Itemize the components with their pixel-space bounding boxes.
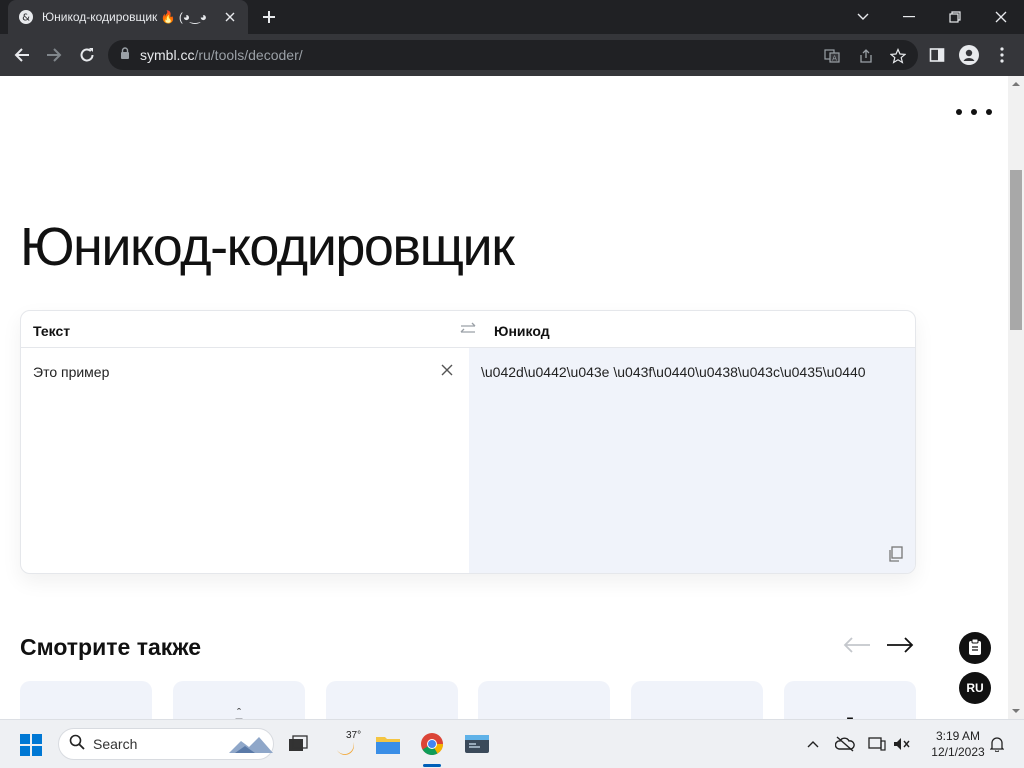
- scroll-up-arrow-icon[interactable]: [1012, 80, 1020, 88]
- taskbar-search-label: Search: [93, 736, 138, 752]
- svg-text:&: &: [22, 13, 30, 24]
- share-icon[interactable]: [857, 47, 875, 65]
- system-clock[interactable]: 3:19 AM 12/1/2023: [920, 728, 996, 760]
- clipboard-button[interactable]: [959, 632, 991, 664]
- side-panel-icon[interactable]: [926, 44, 948, 66]
- related-tool-card[interactable]: 100 | d: [326, 681, 458, 719]
- notification-bell-icon[interactable]: [987, 734, 1007, 754]
- network-icon[interactable]: [867, 734, 887, 754]
- minimize-icon[interactable]: [886, 0, 932, 34]
- unicode-output-area[interactable]: \u042d\u0442\u043e \u043f\u0440\u0438\u0…: [469, 348, 915, 573]
- active-app-indicator: [423, 764, 441, 767]
- unicode-output-value[interactable]: \u042d\u0442\u043e \u043f\u0440\u0438\u0…: [481, 364, 866, 380]
- scroll-down-arrow-icon[interactable]: [1012, 707, 1020, 715]
- back-arrow-icon[interactable]: [9, 42, 35, 68]
- page-title: Юникод-кодировщик: [20, 217, 515, 277]
- scroll-thumb[interactable]: [1010, 170, 1022, 330]
- close-window-icon[interactable]: [978, 0, 1024, 34]
- unicode-pane-label: Юникод: [494, 323, 550, 339]
- windows-taskbar: Search 37° 3:19 AM 12/1/2023: [0, 719, 1024, 768]
- browser-menu-icon[interactable]: [991, 44, 1013, 66]
- encoder-tool: Текст Юникод Это пример \u042d\u0442\u04…: [20, 310, 916, 574]
- url-path: /ru/tools/decoder/: [194, 47, 303, 63]
- dot: [986, 109, 992, 115]
- search-highlight-mountain-icon: [229, 733, 273, 760]
- browser-toolbar: symbl.cc/ru/tools/decoder/ A: [0, 34, 1024, 76]
- tab-close-icon[interactable]: [222, 9, 238, 25]
- file-explorer-icon[interactable]: [373, 729, 403, 759]
- weather-temperature: 37°: [346, 730, 362, 741]
- related-tool-card[interactable]: ̲̑: [173, 681, 305, 719]
- onedrive-offline-icon[interactable]: [835, 734, 855, 754]
- url-host: symbl.cc: [140, 47, 195, 63]
- profile-avatar-icon[interactable]: [958, 44, 980, 66]
- web-page: Юникод-кодировщик Текст Юникод Это приме…: [0, 76, 1008, 719]
- clock-time: 3:19 AM: [935, 729, 981, 743]
- tab-title: Юникод-кодировщик 🔥 (◕‿◕: [42, 10, 208, 24]
- terminal-app-icon[interactable]: [462, 729, 492, 759]
- tray-chevron-up-icon[interactable]: [803, 734, 823, 754]
- carousel-prev-arrow-icon[interactable]: [841, 632, 873, 658]
- translate-icon[interactable]: A: [823, 47, 841, 65]
- restore-icon[interactable]: [932, 0, 978, 34]
- dot: [971, 109, 977, 115]
- address-bar[interactable]: symbl.cc/ru/tools/decoder/ A: [108, 40, 918, 70]
- related-tool-card[interactable]: [631, 681, 763, 719]
- more-options-icon[interactable]: [956, 102, 992, 122]
- browser-tab[interactable]: & Юникод-кодировщик 🔥 (◕‿◕: [8, 0, 248, 34]
- reload-icon[interactable]: [74, 42, 100, 68]
- related-tool-card[interactable]: [20, 681, 152, 719]
- windows-start-icon[interactable]: [20, 734, 42, 756]
- taskbar-search-box[interactable]: Search: [58, 728, 274, 760]
- encoder-header: Текст Юникод: [21, 311, 915, 348]
- url-text: symbl.cc/ru/tools/decoder/: [140, 47, 303, 63]
- related-tool-card[interactable]: ■: [784, 681, 916, 719]
- page-scrollbar[interactable]: [1008, 76, 1024, 719]
- text-input-area[interactable]: Это пример: [21, 348, 469, 573]
- chrome-icon[interactable]: [417, 729, 447, 759]
- site-favicon-icon: &: [18, 9, 34, 25]
- clock-date: 12/1/2023: [931, 745, 985, 759]
- text-input-value[interactable]: Это пример: [33, 364, 109, 380]
- svg-text:A: A: [832, 55, 837, 63]
- clear-input-icon[interactable]: [439, 362, 455, 378]
- related-tool-glyph: ̲̑: [173, 706, 305, 719]
- volume-muted-icon[interactable]: [892, 734, 912, 754]
- copy-icon[interactable]: [887, 545, 905, 563]
- see-also-heading: Смотрите также: [20, 634, 202, 660]
- carousel-next-arrow-icon[interactable]: [884, 632, 916, 658]
- swap-direction-icon[interactable]: [458, 321, 478, 337]
- related-tool-card[interactable]: [478, 681, 610, 719]
- forward-arrow-icon[interactable]: [41, 42, 67, 68]
- text-pane-label: Текст: [33, 323, 71, 339]
- bookmark-star-icon[interactable]: [889, 47, 907, 65]
- screen: & Юникод-кодировщик 🔥 (◕‿◕ symbl.cc/ru/t…: [0, 0, 1024, 768]
- dot: [956, 109, 962, 115]
- lock-icon[interactable]: [120, 46, 130, 64]
- clipboard-icon: [968, 638, 982, 658]
- task-view-icon[interactable]: [283, 729, 313, 759]
- tab-search-chevron-icon[interactable]: [840, 0, 886, 34]
- new-tab-button[interactable]: [258, 7, 280, 27]
- search-icon: [69, 734, 85, 755]
- browser-tab-strip: & Юникод-кодировщик 🔥 (◕‿◕: [0, 0, 1024, 34]
- language-switch-button[interactable]: RU: [959, 672, 991, 704]
